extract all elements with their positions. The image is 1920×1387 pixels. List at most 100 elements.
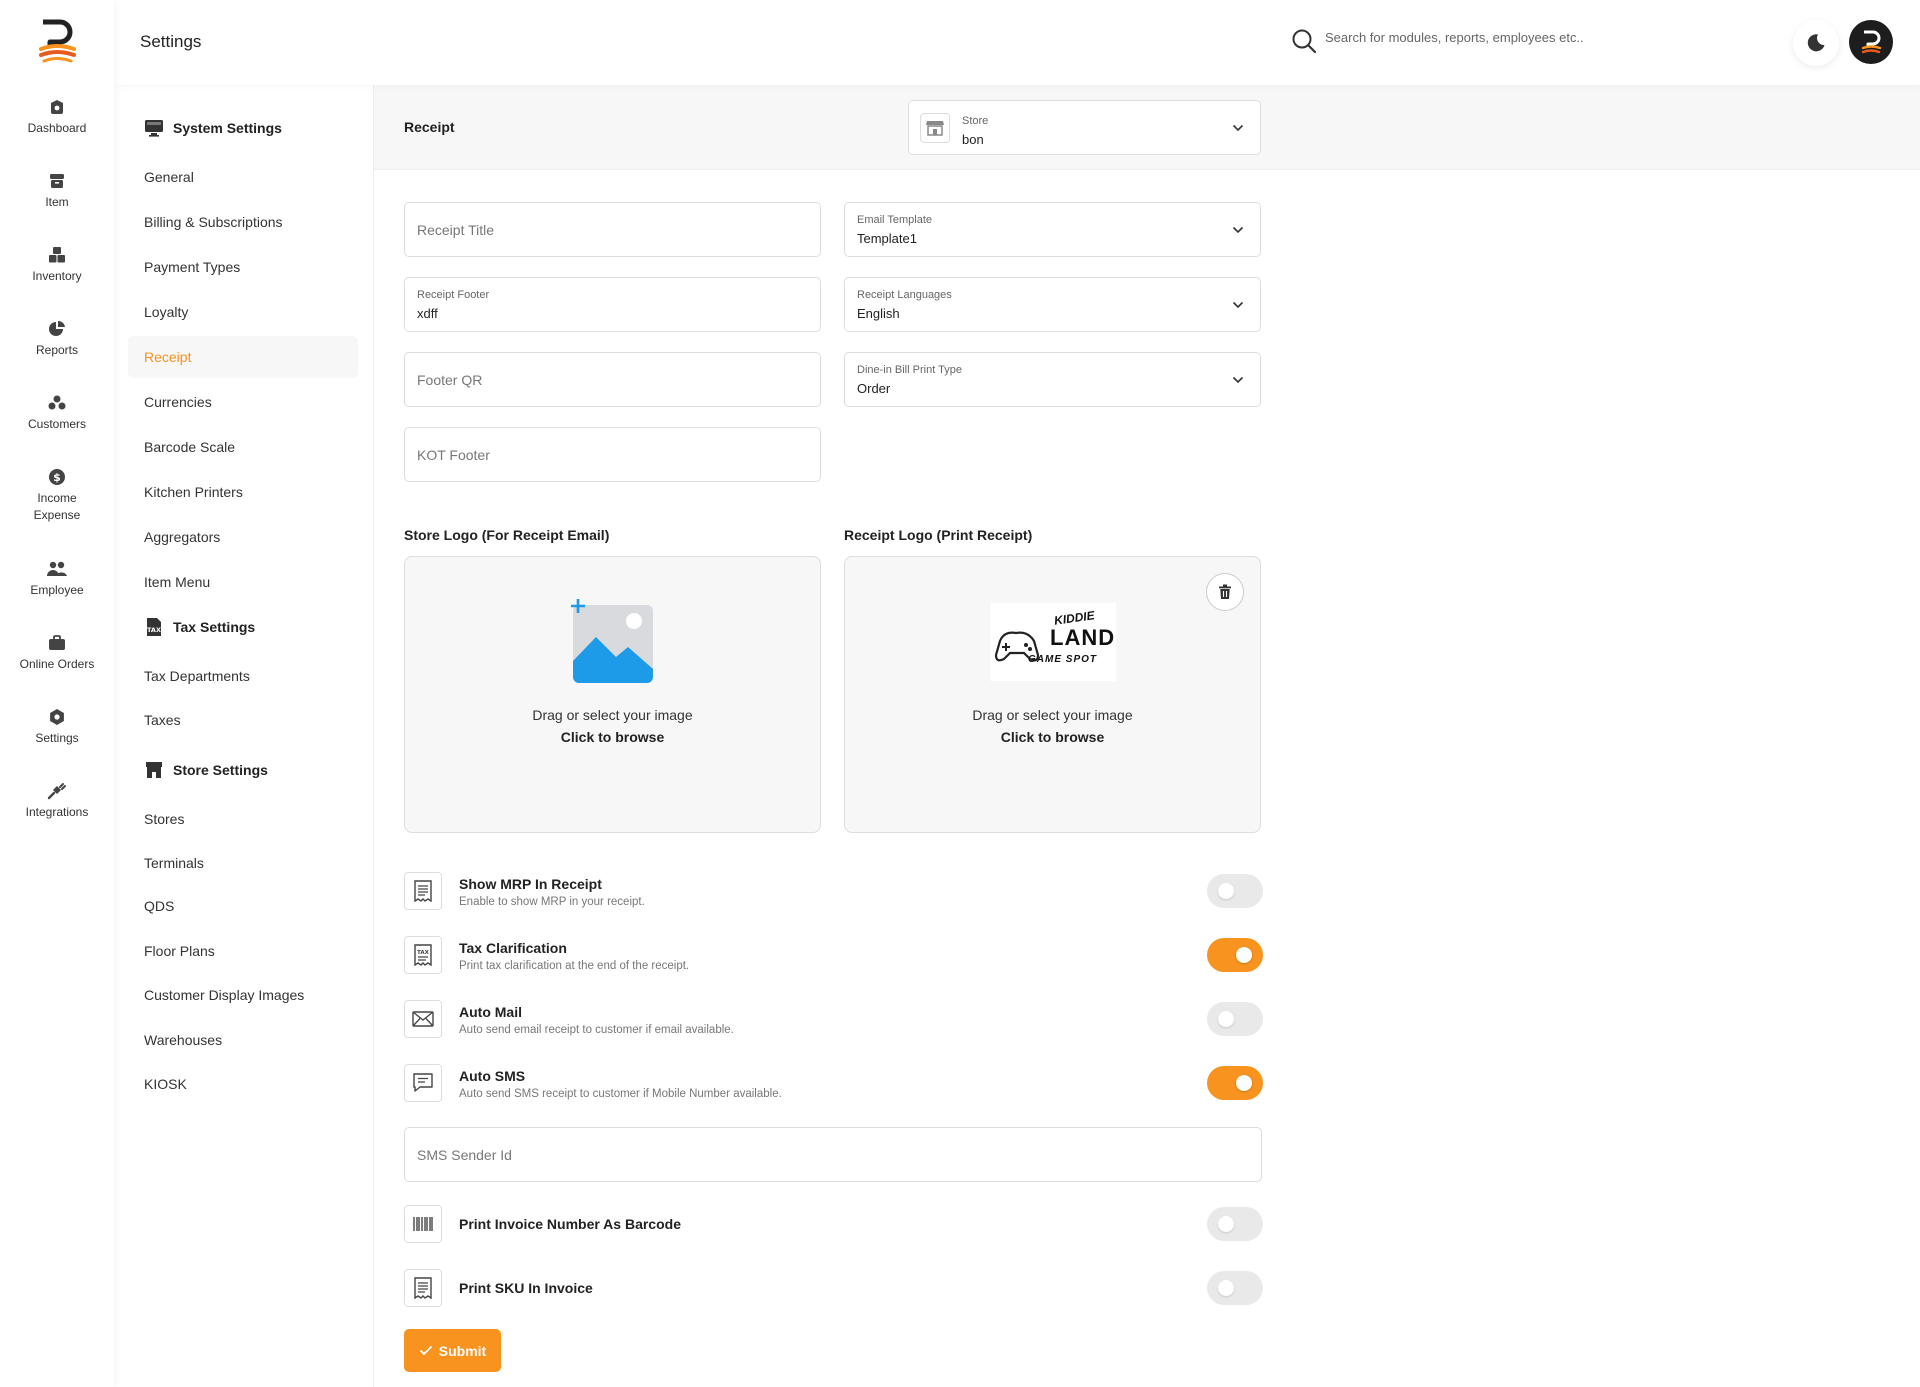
subnav-item-general[interactable]: General (128, 156, 358, 198)
inventory-icon (49, 247, 65, 263)
show-mrp-toggle[interactable] (1207, 874, 1263, 908)
theme-toggle-button[interactable] (1793, 20, 1839, 66)
print-sku-toggle[interactable] (1207, 1271, 1263, 1305)
main-content: Receipt Store bon Receipt Footer xdff Em… (374, 85, 1920, 1387)
subnav-item-aggregators[interactable]: Aggregators (128, 516, 358, 558)
subnav-item-taxes[interactable]: Taxes (128, 699, 358, 741)
receipt-languages-value: English (857, 306, 900, 321)
store-logo-dropzone[interactable]: Drag or select your image Click to brows… (404, 556, 821, 833)
subnav-item-tax-departments[interactable]: Tax Departments (128, 655, 358, 697)
option-title-sku: Print SKU In Invoice (459, 1280, 593, 1296)
option-icon-auto-mail (404, 1000, 442, 1038)
subnav-item-stores[interactable]: Stores (128, 798, 358, 840)
kot-footer-input[interactable] (404, 427, 821, 482)
tax-receipt-icon: TAX (414, 944, 432, 966)
auto-mail-toggle[interactable] (1207, 1002, 1263, 1036)
option-title-auto-mail: Auto Mail (459, 1004, 522, 1020)
tax-clarification-toggle[interactable] (1207, 938, 1263, 972)
search-input[interactable] (1325, 30, 1645, 45)
subnav-item-kitchen-printers[interactable]: Kitchen Printers (128, 471, 358, 513)
user-avatar[interactable] (1849, 20, 1893, 64)
subnav-item-item-menu[interactable]: Item Menu (128, 561, 358, 603)
subnav-item-receipt[interactable]: Receipt (128, 336, 358, 378)
store-select-label: Store (962, 115, 989, 127)
system-settings-heading: System Settings (144, 118, 282, 138)
receipt-icon (414, 880, 432, 902)
app-window: Dashboard Item Inventory Reports Custome… (0, 0, 1920, 1387)
delete-logo-button[interactable] (1206, 573, 1244, 611)
option-title-show-mrp: Show MRP In Receipt (459, 876, 602, 892)
rail-item-inventory[interactable]: Inventory (0, 246, 114, 285)
receipt-logo-dropzone[interactable]: KIDDIE LAND GAME SPOT Drag or select you… (844, 556, 1261, 833)
receipt-title-input[interactable] (404, 202, 821, 257)
svg-text:$: $ (53, 471, 61, 484)
barcode-icon (413, 1217, 433, 1231)
employee-icon (47, 561, 67, 576)
email-template-select[interactable]: Email Template Template1 (844, 202, 1261, 257)
subnav-item-loyalty[interactable]: Loyalty (128, 291, 358, 333)
store-settings-title: Store Settings (173, 762, 268, 778)
logo-text-main: LAND (1050, 625, 1116, 650)
subnav-item-qds[interactable]: QDS (128, 885, 358, 927)
subnav-item-payment-types[interactable]: Payment Types (128, 246, 358, 288)
submit-button[interactable]: Submit (404, 1329, 501, 1372)
auto-sms-toggle[interactable] (1207, 1066, 1263, 1100)
chevron-down-icon (1232, 226, 1244, 234)
settings-subnav: System Settings General Billing & Subscr… (114, 85, 374, 1387)
invoice-barcode-toggle[interactable] (1207, 1207, 1263, 1241)
rail-item-customers[interactable]: Customers (0, 394, 114, 433)
store-select-value: bon (962, 132, 984, 147)
rail-item-online-orders[interactable]: Online Orders (0, 634, 114, 673)
integrations-icon (47, 783, 66, 800)
rail-item-label: Customers (27, 417, 86, 431)
rail-item-item[interactable]: Item (0, 172, 114, 211)
customers-icon (48, 395, 66, 410)
rail-item-label: Income Expense (33, 491, 81, 522)
toggle-knob (1218, 1011, 1234, 1027)
subnav-item-warehouses[interactable]: Warehouses (128, 1019, 358, 1061)
subnav-item-kiosk[interactable]: KIOSK (128, 1063, 358, 1105)
receipt-footer-field[interactable]: Receipt Footer xdff (404, 277, 821, 332)
storefront-icon (926, 121, 944, 136)
store-select[interactable]: Store bon (908, 100, 1261, 155)
receipt-logo-browse-link[interactable]: Click to browse (845, 729, 1260, 745)
page-title: Settings (140, 32, 202, 51)
online-orders-icon (49, 635, 65, 650)
option-title-auto-sms: Auto SMS (459, 1068, 526, 1084)
receipt-footer-value: xdff (417, 306, 438, 321)
subnav-item-terminals[interactable]: Terminals (128, 842, 358, 884)
sms-sender-id-input[interactable] (404, 1127, 1262, 1182)
rail-item-income-expense[interactable]: $ Income Expense (0, 468, 114, 524)
rail-item-employee[interactable]: Employee (0, 560, 114, 599)
dinein-print-type-value: Order (857, 381, 891, 396)
logo-text-bottom: GAME SPOT (1028, 654, 1098, 665)
option-title-tax-clarification: Tax Clarification (459, 940, 567, 956)
rail-item-dashboard[interactable]: Dashboard (0, 98, 114, 137)
subnav-item-customer-display[interactable]: Customer Display Images (128, 974, 358, 1016)
subnav-item-barcode-scale[interactable]: Barcode Scale (128, 426, 358, 468)
option-icon-barcode (404, 1205, 442, 1243)
submit-label: Submit (438, 1342, 487, 1359)
footer-qr-input[interactable] (404, 352, 821, 407)
chevron-down-icon (1232, 301, 1244, 309)
rail-item-settings[interactable]: Settings (0, 708, 114, 747)
subnav-item-floor-plans[interactable]: Floor Plans (128, 930, 358, 972)
search-icon[interactable] (1291, 28, 1317, 54)
subnav-item-currencies[interactable]: Currencies (128, 381, 358, 423)
rail-item-label: Online Orders (19, 657, 95, 671)
brand-logo-icon[interactable] (34, 18, 80, 64)
store-logo-title: Store Logo (For Receipt Email) (404, 527, 610, 543)
rail-item-reports[interactable]: Reports (0, 320, 114, 359)
settings-icon (50, 709, 64, 725)
option-icon-sku (404, 1269, 442, 1307)
store-logo-browse-link[interactable]: Click to browse (405, 729, 820, 745)
receipt-icon (414, 1277, 432, 1299)
store-logo-drag-text: Drag or select your image (532, 707, 693, 723)
dinein-print-type-select[interactable]: Dine-in Bill Print Type Order (844, 352, 1261, 407)
subnav-item-billing[interactable]: Billing & Subscriptions (128, 201, 358, 243)
toggle-knob (1218, 1216, 1234, 1232)
rail-item-integrations[interactable]: Integrations (0, 782, 114, 821)
receipt-languages-select[interactable]: Receipt Languages English (844, 277, 1261, 332)
top-bar: Settings (114, 0, 1920, 85)
store-icon (146, 762, 162, 778)
